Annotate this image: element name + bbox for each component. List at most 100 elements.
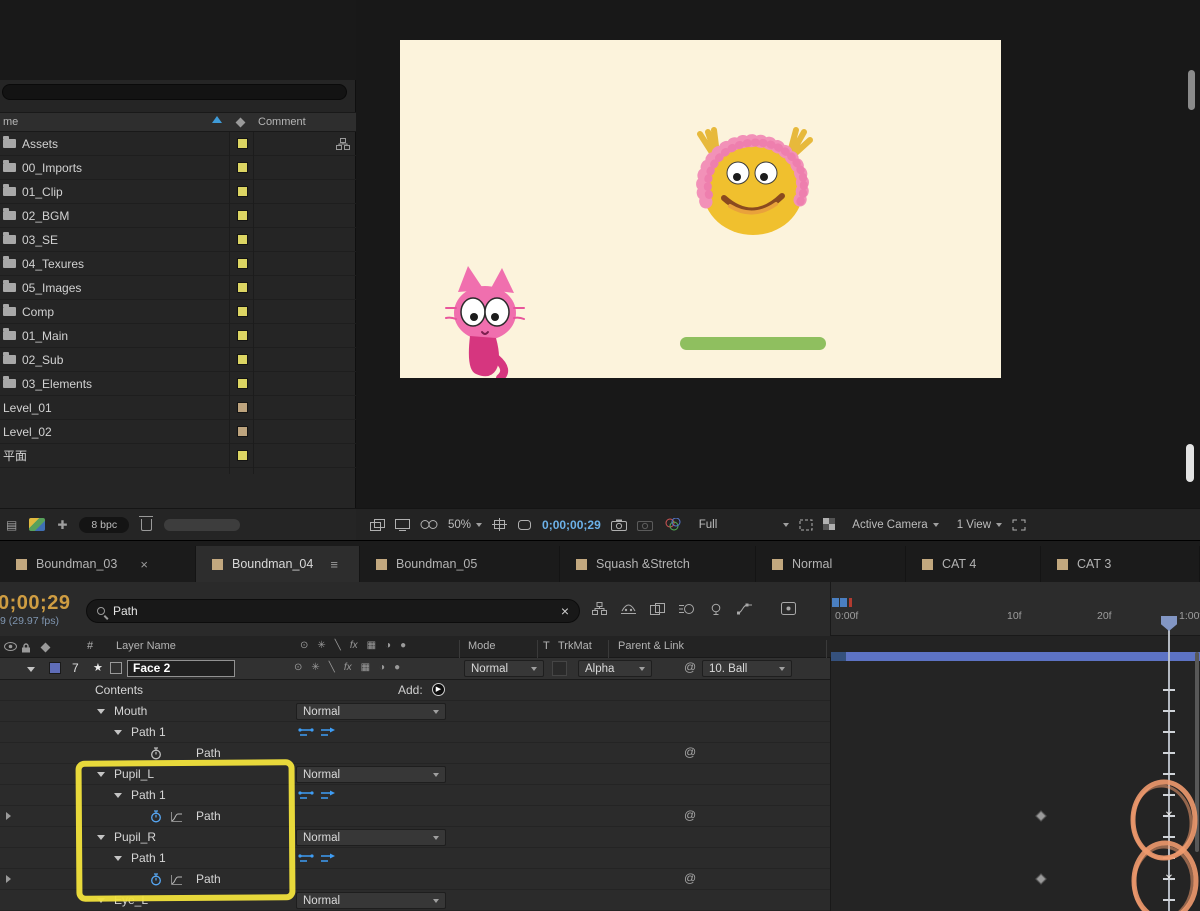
path-out-icon[interactable] (320, 790, 336, 801)
project-row[interactable]: 02_BGM (0, 204, 356, 228)
tab-label[interactable]: CAT 3 (1077, 557, 1111, 571)
tab-label[interactable]: CAT 4 (942, 557, 976, 571)
current-time-display[interactable]: 0;00;29 (0, 592, 70, 615)
3d-switch-icon[interactable]: ● (394, 662, 400, 673)
label-color-swatch[interactable] (237, 162, 248, 173)
camera-select[interactable]: Active Camera (852, 519, 939, 531)
twirl-open-icon[interactable] (114, 793, 122, 798)
mini-flowchart-icon[interactable] (592, 602, 607, 615)
timeline-track-area[interactable] (830, 658, 1200, 911)
fx-label-2[interactable]: fx (344, 662, 352, 673)
create-folder-icon[interactable]: ✚ (57, 518, 67, 532)
label-color-swatch[interactable] (237, 210, 248, 221)
name-column-label[interactable]: me (3, 116, 18, 128)
path-out-icon[interactable] (320, 727, 336, 738)
time-ruler[interactable]: 0:00f 10f 20f 1:00f (830, 582, 1200, 636)
mode-column-label[interactable]: Mode (468, 640, 496, 652)
parent-select[interactable]: 10. Ball (702, 660, 792, 677)
interpret-footage-icon[interactable] (29, 518, 46, 531)
row-pupil-l-path-property[interactable]: Path @ (0, 806, 830, 827)
time-navigator-handle[interactable] (840, 598, 847, 607)
blend-mode-select[interactable]: Normal (296, 703, 446, 720)
video-column-icon[interactable] (4, 642, 17, 651)
blend-mode-select[interactable]: Normal (296, 766, 446, 783)
layer-switches[interactable]: ⊙ ✳ ╲ fx ▦ ◑ ● (294, 662, 400, 673)
lock-column-icon[interactable] (21, 643, 31, 653)
list-view-icon[interactable]: ▤ (6, 518, 17, 532)
row-mouth-path-property[interactable]: Path @ (0, 743, 830, 764)
resolution-select[interactable]: Full (699, 519, 790, 531)
project-row[interactable]: 02_Sub (0, 348, 356, 372)
add-menu-icon[interactable]: ▶ (432, 683, 445, 696)
flowchart-icon[interactable] (336, 138, 350, 150)
project-row[interactable]: Comp (0, 300, 356, 324)
mask-switch-icon[interactable]: ╲ (329, 662, 335, 673)
group-label[interactable]: Path 1 (131, 788, 166, 802)
label-color-swatch[interactable] (237, 354, 248, 365)
layers-icon[interactable] (370, 518, 385, 531)
shy-layers-icon[interactable] (621, 603, 636, 615)
item-label[interactable]: Comp (22, 305, 54, 319)
path-out-icon[interactable] (320, 853, 336, 864)
label-color-swatch[interactable] (237, 450, 248, 461)
timeline-search-field[interactable]: Path × (86, 599, 580, 623)
group-label[interactable]: Mouth (114, 704, 147, 718)
row-pupil-l-path1[interactable]: Path 1 (0, 785, 830, 806)
item-label[interactable]: 02_BGM (22, 209, 69, 223)
stopwatch-icon[interactable] (150, 747, 162, 760)
frame-blending-icon[interactable] (650, 602, 665, 615)
row-eye-l[interactable]: Eye_L Normal (0, 890, 830, 911)
property-label[interactable]: Path (196, 872, 221, 886)
project-row[interactable]: 05_Images (0, 276, 356, 300)
motion-blur-icon[interactable] (679, 603, 695, 615)
label-color-swatch[interactable] (237, 426, 248, 437)
item-label[interactable]: 04_Texures (22, 257, 84, 271)
snapshot-camera-icon[interactable] (610, 519, 627, 531)
label-color-swatch[interactable] (237, 330, 248, 341)
index-column-label[interactable]: # (87, 640, 93, 652)
twirl-open-icon[interactable] (114, 730, 122, 735)
twirl-open-icon[interactable] (97, 835, 105, 840)
trash-icon[interactable] (139, 515, 154, 531)
viewer-scrollbar[interactable] (1186, 444, 1194, 482)
twirl-open-icon[interactable] (97, 772, 105, 777)
trkmat-column-label[interactable]: TrkMat (558, 640, 592, 652)
label-column-icon[interactable] (40, 642, 51, 653)
layer-row-face-2[interactable]: 7 ★ Face 2 ⊙ ✳ ╲ fx ▦ ◑ ● Normal Alpha @ 10. B… (0, 658, 830, 680)
twirl-closed-icon[interactable] (6, 875, 11, 883)
comment-column-label[interactable]: Comment (258, 116, 306, 128)
grid-guides-icon[interactable] (492, 518, 508, 531)
t-column-label[interactable]: T (543, 640, 550, 652)
tab-label[interactable]: Normal (792, 557, 832, 571)
property-pickwhip-icon[interactable]: @ (684, 871, 696, 885)
toggle-full-screen-icon[interactable] (1012, 519, 1026, 531)
item-label[interactable]: Level_02 (3, 425, 52, 439)
label-column-icon[interactable] (235, 117, 246, 128)
tab-cat-4[interactable]: CAT 4 (906, 546, 1041, 582)
item-label[interactable]: 03_Elements (22, 377, 92, 391)
group-label[interactable]: Pupil_L (114, 767, 154, 781)
show-snapshot-icon[interactable] (636, 519, 653, 531)
timeline-scrollbar[interactable] (1195, 652, 1199, 852)
panel-menu-icon[interactable]: ≡ (330, 557, 338, 572)
label-color-swatch[interactable] (237, 306, 248, 317)
sort-ascending-icon[interactable] (212, 116, 222, 123)
tab-label[interactable]: Boundman_05 (396, 557, 477, 571)
path-in-icon[interactable] (298, 790, 314, 801)
row-pupil-r[interactable]: Pupil_R Normal (0, 827, 830, 848)
layer-name-field[interactable]: Face 2 (127, 660, 235, 677)
graph-icon[interactable] (170, 874, 183, 886)
group-label[interactable]: Pupil_R (114, 830, 156, 844)
parent-link-column-label[interactable]: Parent & Link (618, 640, 684, 652)
item-label[interactable]: Level_01 (3, 401, 52, 415)
av-switch-icon[interactable]: ⊙ (294, 662, 302, 673)
row-pupil-r-path-property[interactable]: Path @ (0, 869, 830, 890)
current-time-indicator-line[interactable] (1168, 630, 1170, 911)
parent-pickwhip-icon[interactable]: @ (684, 660, 696, 674)
twirl-open-icon[interactable] (97, 709, 105, 714)
item-label[interactable]: 02_Sub (22, 353, 63, 367)
twirl-open-icon[interactable] (114, 856, 122, 861)
blend-mode-select[interactable]: Normal (464, 660, 544, 677)
stopwatch-icon[interactable] (150, 810, 162, 823)
label-color-swatch[interactable] (237, 186, 248, 197)
